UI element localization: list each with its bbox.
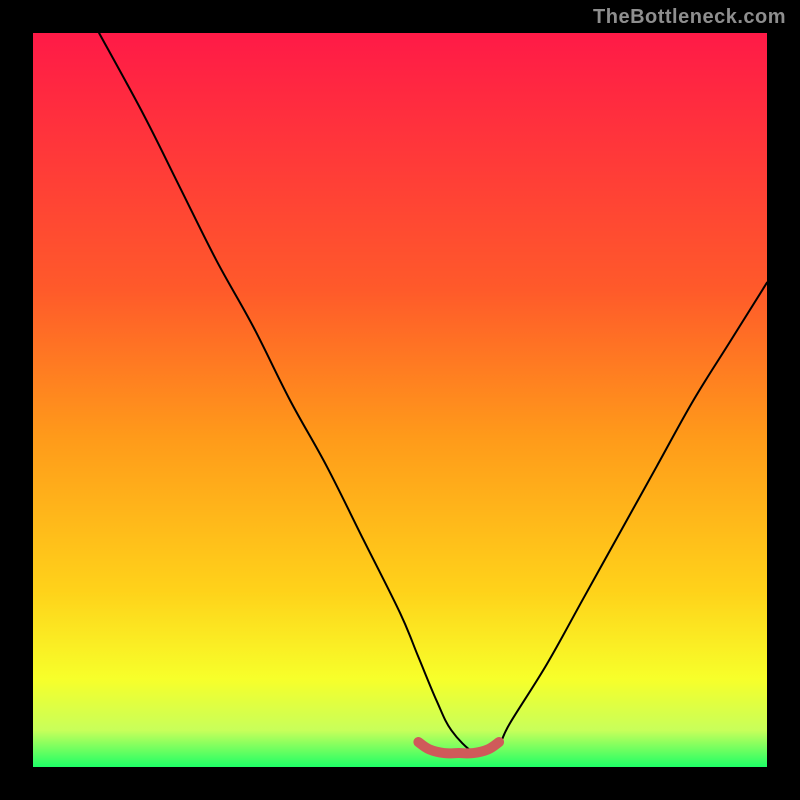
watermark-text: TheBottleneck.com <box>593 6 786 29</box>
plot-area <box>33 33 767 767</box>
chart-frame: TheBottleneck.com <box>0 0 800 800</box>
